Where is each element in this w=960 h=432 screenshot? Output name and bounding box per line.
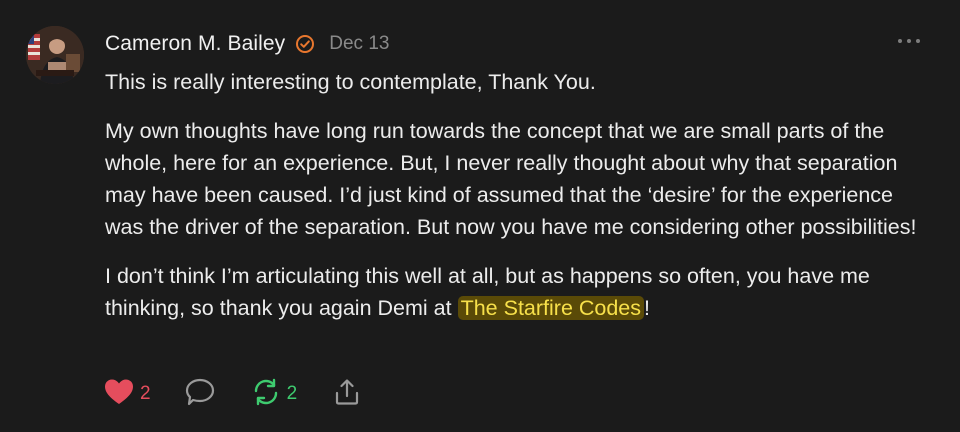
speech-bubble-icon: [185, 378, 215, 411]
verified-badge-icon: [295, 34, 315, 54]
comment-paragraph: This is really interesting to contemplat…: [105, 70, 596, 94]
share-button[interactable]: [333, 378, 361, 411]
restack-button[interactable]: 2: [251, 378, 298, 411]
comment-paragraph: My own thoughts have long run towards th…: [105, 119, 917, 239]
more-dots-icon[interactable]: [898, 34, 920, 48]
dot: [898, 39, 902, 43]
author-name[interactable]: Cameron M. Bailey: [105, 32, 285, 56]
comment-body: This is really interesting to contemplat…: [105, 66, 935, 341]
paragraph-text: !: [644, 296, 651, 320]
comment-date[interactable]: Dec 13: [329, 33, 389, 55]
highlighted-text[interactable]: The Starfire Codes: [457, 296, 645, 320]
heart-icon: [104, 378, 134, 411]
avatar-image: [26, 26, 84, 84]
action-bar: 2 2: [104, 378, 361, 410]
comment-paragraph: I don’t think I’m articulating this well…: [105, 260, 935, 324]
dot: [916, 39, 920, 43]
comment-header: Cameron M. Bailey Dec 13: [105, 30, 389, 58]
reply-button[interactable]: [185, 378, 215, 411]
comment-card: Cameron M. Bailey Dec 13 This is really …: [0, 0, 960, 432]
avatar[interactable]: [26, 26, 84, 84]
dot: [907, 39, 911, 43]
like-button[interactable]: 2: [104, 378, 151, 411]
restack-count: 2: [286, 383, 298, 404]
like-count: 2: [140, 383, 151, 404]
share-icon: [333, 378, 361, 411]
restack-arrows-icon: [251, 378, 281, 411]
